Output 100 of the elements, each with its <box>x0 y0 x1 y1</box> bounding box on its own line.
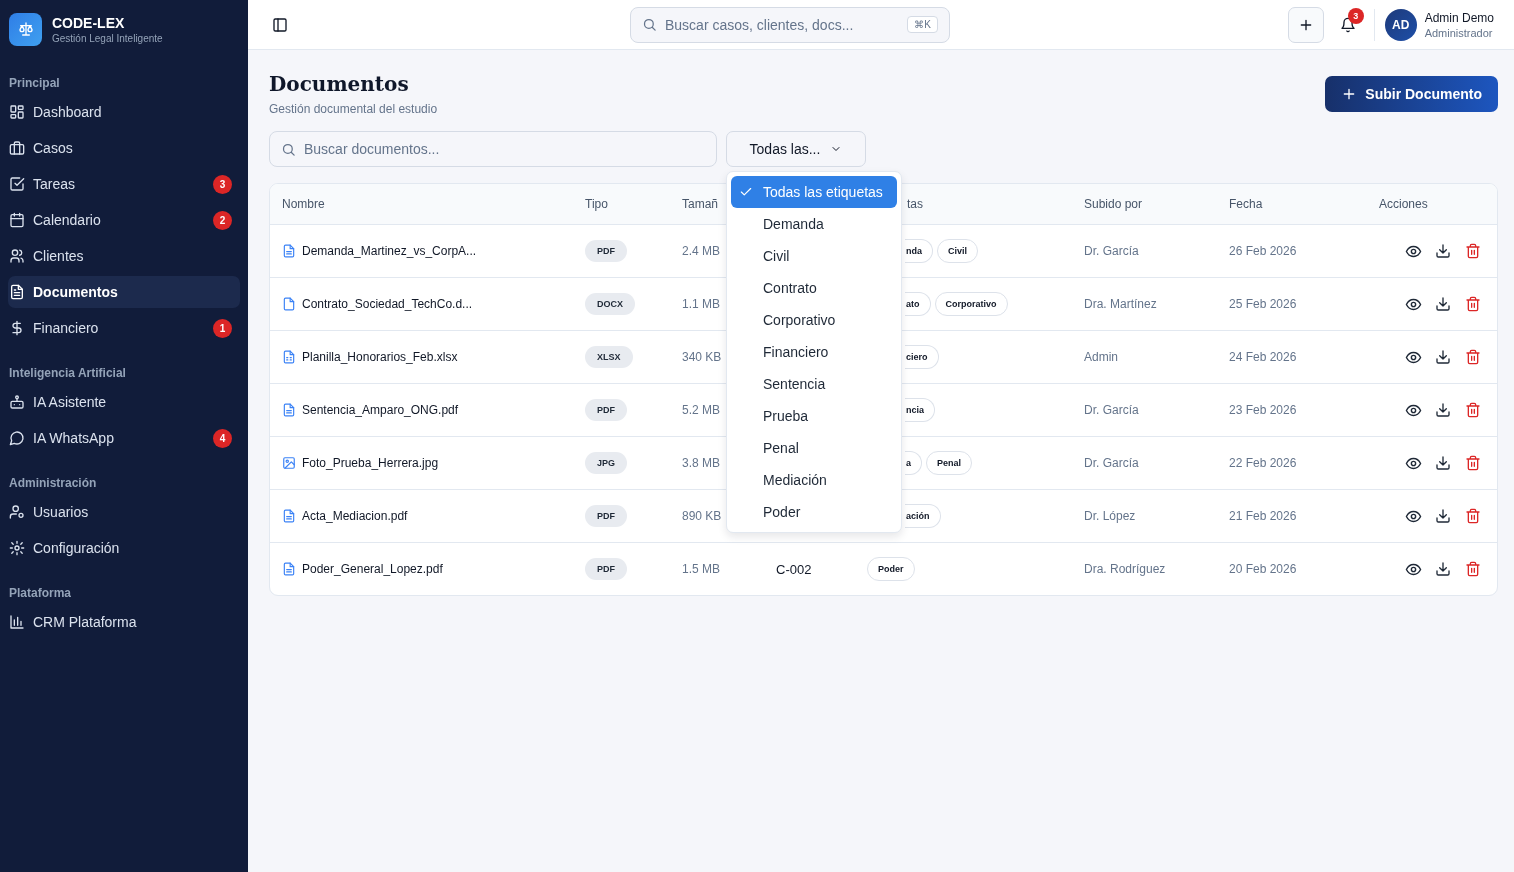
file-name: Contrato_Sociedad_TechCo.d... <box>302 297 473 311</box>
nav-item[interactable]: Usuarios <box>8 496 240 528</box>
file-type-tag: XLSX <box>585 346 633 368</box>
trash-icon <box>1465 349 1481 365</box>
file-name: Poder_General_Lopez.pdf <box>302 562 443 576</box>
nav-label: Tareas <box>33 176 77 192</box>
tag-chip: Corporativo <box>934 292 1008 316</box>
dropdown-option[interactable]: Civil <box>731 240 897 272</box>
dropdown-option[interactable]: Penal <box>731 432 897 464</box>
nav-item[interactable]: CRM Plataforma <box>8 606 240 638</box>
check-icon <box>739 185 753 199</box>
download-button[interactable] <box>1433 347 1453 367</box>
dropdown-option[interactable]: Prueba <box>731 400 897 432</box>
download-icon <box>1435 508 1451 524</box>
dropdown-option[interactable]: Contrato <box>731 272 897 304</box>
bar-chart-icon <box>9 614 25 630</box>
download-button[interactable] <box>1433 453 1453 473</box>
upload-button[interactable]: Subir Documento <box>1325 76 1498 112</box>
download-button[interactable] <box>1433 294 1453 314</box>
nav-item[interactable]: Dashboard <box>8 96 240 128</box>
nav-item[interactable]: Clientes <box>8 240 240 272</box>
nav-label: Dashboard <box>33 104 103 120</box>
trash-icon <box>1465 243 1481 259</box>
file-name: Acta_Mediacion.pdf <box>302 509 408 523</box>
nav-item[interactable]: Casos <box>8 132 240 164</box>
upload-date: 20 Feb 2026 <box>1228 562 1298 576</box>
tag-chip: a <box>905 451 922 475</box>
nav-item[interactable]: IA Asistente <box>8 386 240 418</box>
nav-label: Financiero <box>33 320 100 336</box>
file-type-tag: PDF <box>585 558 627 580</box>
file-type-tag: DOCX <box>585 293 635 315</box>
document-search-field[interactable]: Buscar documentos... <box>269 131 717 167</box>
sidebar-icon <box>272 16 288 33</box>
count-badge: 3 <box>213 174 232 194</box>
column-header: Nombre <box>281 197 325 211</box>
uploader: Dra. Martínez <box>1083 297 1158 311</box>
download-button[interactable] <box>1433 400 1453 420</box>
upload-date: 21 Feb 2026 <box>1228 509 1298 523</box>
count-badge: 2 <box>213 210 232 230</box>
image-icon <box>282 456 296 470</box>
column-header: Tamañ <box>681 197 719 211</box>
tag-filter-select[interactable]: Todas las... <box>726 131 866 167</box>
trash-icon <box>1465 296 1481 312</box>
file-icon <box>282 297 296 311</box>
nav-item[interactable]: Documentos <box>8 276 240 308</box>
spreadsheet-icon <box>282 350 296 364</box>
download-button[interactable] <box>1433 506 1453 526</box>
upload-date: 25 Feb 2026 <box>1228 297 1298 311</box>
tag-chip: ciero <box>905 345 939 369</box>
uploader: Dra. Rodríguez <box>1083 562 1167 576</box>
case-id: C-002 <box>776 561 812 577</box>
dropdown-option[interactable]: Mediación <box>731 464 897 496</box>
upload-date: 23 Feb 2026 <box>1228 403 1298 417</box>
document-icon <box>282 562 296 576</box>
notifications-button[interactable]: 3 <box>1329 6 1366 43</box>
trash-icon <box>1465 561 1481 577</box>
nav-item[interactable]: Financiero 1 <box>8 312 240 344</box>
search-icon <box>642 17 657 32</box>
dropdown-option[interactable]: Poder <box>731 496 897 528</box>
file-size: 1.5 MB <box>681 562 721 576</box>
file-size: 5.2 MB <box>681 403 721 417</box>
nav-label: Calendario <box>33 212 102 228</box>
column-header: Tipo <box>584 197 608 211</box>
nav-item[interactable]: Configuración <box>8 532 240 564</box>
nav-label: Usuarios <box>33 504 90 520</box>
nav-item[interactable]: Tareas 3 <box>8 168 240 200</box>
download-icon <box>1435 296 1451 312</box>
add-button[interactable] <box>1287 6 1324 43</box>
file-size: 2.4 MB <box>681 244 721 258</box>
download-icon <box>1435 402 1451 418</box>
nav-item[interactable]: IA WhatsApp 4 <box>8 422 240 454</box>
file-size: 340 KB <box>681 350 723 364</box>
uploader: Admin <box>1083 350 1119 364</box>
column-header: Acciones <box>1378 197 1429 211</box>
tag-chip: Poder <box>867 557 915 581</box>
file-size: 1.1 MB <box>681 297 721 311</box>
dropdown-option[interactable]: Demanda <box>731 208 897 240</box>
dropdown-option[interactable]: Financiero <box>731 336 897 368</box>
scales-icon <box>17 21 34 37</box>
upload-date: 26 Feb 2026 <box>1228 244 1298 258</box>
section-title: Inteligencia Artificial <box>8 366 127 380</box>
notification-badge: 3 <box>1347 7 1364 24</box>
download-icon <box>1435 349 1451 365</box>
document-icon <box>282 509 296 523</box>
download-button[interactable] <box>1433 241 1453 261</box>
user-avatar[interactable]: AD <box>1384 8 1417 41</box>
download-button[interactable] <box>1433 559 1453 579</box>
file-type-tag: PDF <box>585 399 627 421</box>
dropdown-option[interactable]: Corporativo <box>731 304 897 336</box>
nav-label: CRM Plataforma <box>33 614 138 630</box>
chat-bubble-icon <box>9 430 25 446</box>
dropdown-option[interactable]: Sentencia <box>731 368 897 400</box>
nav-item[interactable]: Calendario 2 <box>8 204 240 236</box>
nav-label: Configuración <box>33 540 121 556</box>
column-header: tas <box>906 197 923 211</box>
robot-icon <box>9 394 25 410</box>
grid-icon <box>9 104 25 120</box>
dropdown-option[interactable]: Todas las etiquetas <box>731 176 897 208</box>
trash-icon <box>1465 402 1481 418</box>
file-name: Demanda_Martinez_vs_CorpA... <box>302 244 477 258</box>
